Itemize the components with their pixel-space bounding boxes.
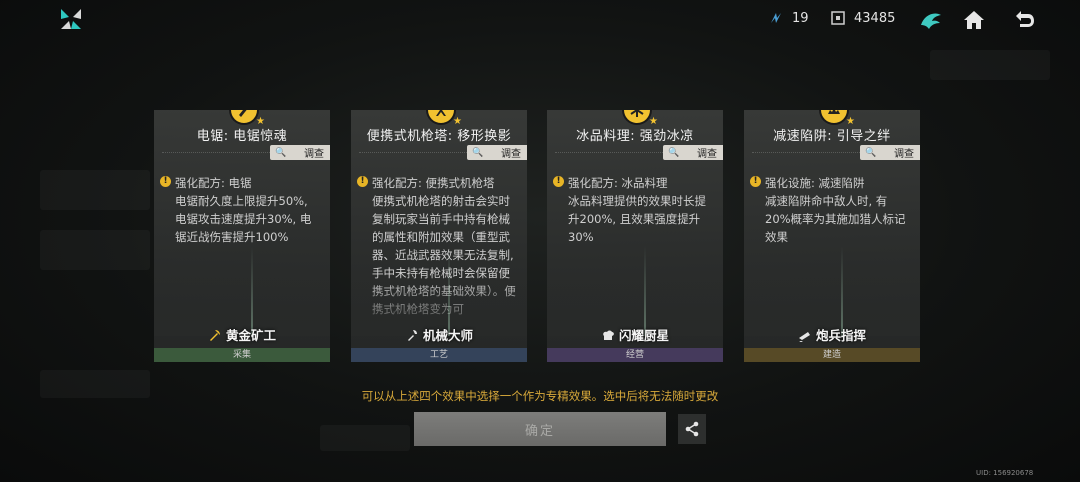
light-beam bbox=[251, 246, 253, 336]
alert-icon: ! bbox=[160, 176, 171, 187]
category-label: 经营 bbox=[547, 348, 723, 362]
search-icon: 🔍 bbox=[668, 147, 680, 158]
effect-card-slow-trap[interactable]: ★ 减速陷阱: 引导之绊 🔍 调查 ! 强化设施: 减速陷阱 减速陷阱命中敌人时… bbox=[744, 110, 920, 362]
wrench-icon bbox=[407, 329, 417, 341]
share-button[interactable] bbox=[678, 414, 706, 444]
light-beam bbox=[644, 246, 646, 336]
inspect-label: 调查 bbox=[304, 149, 324, 160]
card-emblem: ★ bbox=[821, 110, 855, 127]
alert-icon: ! bbox=[357, 176, 368, 187]
inspect-button[interactable]: 🔍 调查 bbox=[663, 145, 723, 160]
card-title: 减速陷阱: 引导之绊 bbox=[773, 129, 891, 144]
inspect-label: 调查 bbox=[697, 149, 717, 160]
user-id: UID: 156920678 bbox=[976, 469, 1034, 477]
desc-heading: 强化配方: 冰品料理 bbox=[568, 176, 668, 190]
role-name: 炮兵指挥 bbox=[744, 325, 920, 344]
selection-notice: 可以从上述四个效果中选择一个作为专精效果。选中后将无法随时更改 bbox=[361, 389, 719, 403]
background-panel bbox=[40, 230, 150, 270]
snowflake-icon bbox=[630, 110, 644, 117]
role-name: 闪耀厨星 bbox=[547, 325, 723, 344]
card-emblem: ★ bbox=[624, 110, 658, 127]
share-icon bbox=[685, 421, 699, 437]
role-label: 黄金矿工 bbox=[225, 328, 276, 343]
desc-heading: 强化配方: 电锯 bbox=[175, 176, 252, 190]
desc-heading: 强化配方: 便携式机枪塔 bbox=[372, 176, 495, 190]
confirm-button[interactable]: 确定 bbox=[414, 412, 666, 446]
card-title: 电锯: 电锯惊魂 bbox=[196, 129, 288, 144]
dragon-icon[interactable] bbox=[918, 7, 944, 33]
top-bar: 19 43485 bbox=[0, 0, 1080, 40]
chef-icon bbox=[603, 330, 614, 340]
category-label: 建造 bbox=[744, 348, 920, 362]
trap-icon bbox=[828, 110, 840, 114]
category-label: 采集 bbox=[154, 348, 330, 362]
resource-2-value: 43485 bbox=[854, 10, 896, 26]
light-beam bbox=[841, 246, 843, 336]
role-name: 机械大师 bbox=[351, 325, 527, 344]
resource-counter-2: 43485 bbox=[830, 10, 895, 26]
back-icon[interactable] bbox=[1011, 7, 1037, 33]
inspect-button[interactable]: 🔍 调查 bbox=[860, 145, 920, 160]
home-icon[interactable] bbox=[961, 7, 987, 33]
desc-body: 冰品料理提供的效果时长提升200%, 且效果强度提升30% bbox=[568, 194, 706, 244]
resource-counter-1: 19 bbox=[768, 10, 809, 26]
role-label: 机械大师 bbox=[422, 328, 473, 343]
chainsaw-icon bbox=[239, 110, 247, 117]
card-title: 冰品料理: 强劲冰凉 bbox=[576, 129, 694, 144]
inspect-button[interactable]: 🔍 调查 bbox=[270, 145, 330, 160]
light-beam bbox=[448, 246, 450, 336]
alert-icon: ! bbox=[553, 176, 564, 187]
card-description: ! 强化设施: 减速陷阱 减速陷阱命中敌人时, 有20%概率为其施加猎人标记效果 bbox=[750, 174, 910, 246]
role-label: 炮兵指挥 bbox=[815, 328, 866, 343]
inspect-button[interactable]: 🔍 调查 bbox=[467, 145, 527, 160]
desc-body: 减速陷阱命中敌人时, 有20%概率为其施加猎人标记效果 bbox=[765, 194, 906, 244]
background-panel bbox=[40, 170, 150, 210]
pickaxe-icon bbox=[209, 329, 220, 341]
effect-card-turret[interactable]: ★ 便携式机枪塔: 移形换影 🔍 调查 ! 强化配方: 便携式机枪塔 便携式机枪… bbox=[351, 110, 527, 362]
card-emblem: ★ bbox=[428, 110, 462, 127]
background-panel bbox=[930, 50, 1050, 80]
game-logo-icon bbox=[61, 9, 81, 29]
turret-icon bbox=[436, 110, 446, 116]
card-description: ! 强化配方: 冰品料理 冰品料理提供的效果时长提升200%, 且效果强度提升3… bbox=[553, 174, 713, 246]
card-title: 便携式机枪塔: 移形换影 bbox=[366, 129, 512, 144]
background-panel bbox=[320, 425, 410, 451]
inspect-label: 调查 bbox=[501, 149, 521, 160]
role-name: 黄金矿工 bbox=[154, 325, 330, 344]
effect-card-ice-dish[interactable]: ★ 冰品料理: 强劲冰凉 🔍 调查 ! 强化配方: 冰品料理 冰品料理提供的效果… bbox=[547, 110, 723, 362]
alert-icon: ! bbox=[750, 176, 761, 187]
inspect-label: 调查 bbox=[894, 149, 914, 160]
resource-1-value: 19 bbox=[792, 10, 809, 26]
desc-heading: 强化设施: 减速陷阱 bbox=[765, 176, 865, 190]
desc-body: 电锯耐久度上限提升50%, 电锯攻击速度提升30%, 电锯近战伤害提升100% bbox=[175, 194, 312, 244]
card-emblem: ★ bbox=[231, 110, 265, 127]
cannon-icon bbox=[798, 331, 810, 342]
energy-icon bbox=[771, 13, 781, 23]
search-icon: 🔍 bbox=[275, 147, 287, 158]
search-icon: 🔍 bbox=[472, 147, 484, 158]
card-description: ! 强化配方: 电锯 电锯耐久度上限提升50%, 电锯攻击速度提升30%, 电锯… bbox=[160, 174, 320, 246]
role-label: 闪耀厨星 bbox=[618, 328, 669, 343]
category-label: 工艺 bbox=[351, 348, 527, 362]
effect-card-chainsaw[interactable]: ★ 电锯: 电锯惊魂 🔍 调查 ! 强化配方: 电锯 电锯耐久度上限提升50%,… bbox=[154, 110, 330, 362]
chip-icon bbox=[831, 11, 845, 25]
search-icon: 🔍 bbox=[865, 147, 877, 158]
